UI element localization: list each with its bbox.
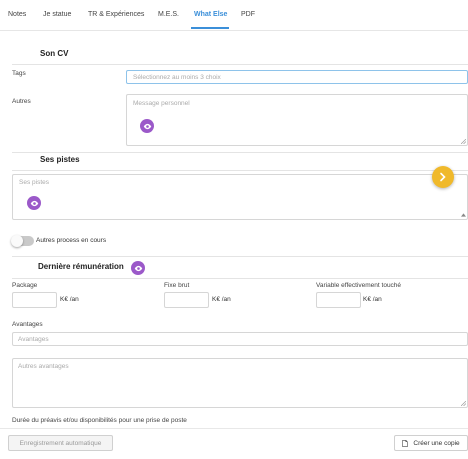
fixe-brut-input[interactable] (164, 292, 209, 308)
avantages-select[interactable]: Avantages (12, 332, 468, 346)
autosave-button[interactable]: Enregistrement automatique (8, 435, 113, 451)
autosave-label: Enregistrement automatique (19, 439, 102, 447)
fixe-brut-unit: K€ /an (212, 296, 231, 303)
resize-handle-icon[interactable] (461, 139, 466, 144)
autres-process-label: Autres process en cours (36, 237, 107, 244)
tab-je-statue[interactable]: Je statue (43, 11, 71, 18)
tab-notes[interactable]: Notes (8, 11, 26, 18)
tab-mes[interactable]: M.E.S. (158, 11, 179, 18)
section-divider (12, 278, 468, 279)
toggle-knob (11, 235, 23, 247)
fixe-brut-label: Fixe brut (164, 282, 190, 289)
autres-label: Autres (12, 98, 31, 105)
section-divider (12, 170, 468, 171)
tab-tr-experiences[interactable]: TR & Expériences (88, 11, 144, 18)
variable-label: Variable effectivement touché (316, 282, 402, 289)
section-title-cv: Son CV (40, 49, 69, 58)
document-icon (402, 439, 408, 447)
tags-placeholder: Sélectionnez au moins 3 choix (133, 74, 221, 81)
avantages-placeholder: Avantages (18, 336, 49, 343)
tags-select[interactable]: Sélectionnez au moins 3 choix (126, 70, 468, 84)
section-divider (12, 256, 468, 257)
section-title-remuneration: Dernière rémunération (38, 262, 124, 271)
variable-input[interactable] (316, 292, 361, 308)
create-copy-label: Créer une copie (413, 439, 460, 447)
preavis-label: Durée du préavis et/ou disponibilités po… (12, 417, 187, 424)
section-divider (12, 152, 468, 153)
tab-bar: Notes Je statue TR & Expériences M.E.S. … (0, 0, 468, 31)
pistes-placeholder: Ses pistes (19, 179, 49, 186)
next-arrow-button[interactable] (432, 166, 454, 188)
eye-icon[interactable] (131, 261, 145, 275)
pistes-textarea[interactable]: Ses pistes (12, 174, 468, 220)
create-copy-button[interactable]: Créer une copie (394, 435, 468, 451)
autres-process-toggle[interactable] (11, 235, 34, 247)
package-unit: K€ /an (60, 296, 79, 303)
package-label: Package (12, 282, 38, 289)
eye-icon[interactable] (140, 119, 154, 133)
avantages-label: Avantages (12, 321, 43, 328)
section-title-pistes: Ses pistes (40, 155, 80, 164)
tab-pdf[interactable]: PDF (241, 11, 255, 18)
footer-bar: Enregistrement automatique Créer une cop… (0, 428, 468, 459)
autres-avantages-textarea[interactable]: Autres avantages (12, 358, 468, 408)
section-divider (12, 64, 468, 65)
tags-label: Tags (12, 70, 26, 77)
resize-handle-icon[interactable] (461, 401, 466, 406)
message-placeholder: Message personnel (133, 100, 190, 107)
chevron-right-icon (440, 172, 446, 182)
active-tab-indicator (191, 27, 229, 29)
package-input[interactable] (12, 292, 57, 308)
eye-icon[interactable] (27, 196, 41, 210)
message-personnel-textarea[interactable]: Message personnel (126, 94, 468, 146)
scroll-up-icon[interactable] (461, 213, 466, 217)
tab-what-else[interactable]: What Else (194, 11, 227, 18)
autres-avantages-placeholder: Autres avantages (18, 363, 69, 370)
variable-unit: K€ /an (363, 296, 382, 303)
